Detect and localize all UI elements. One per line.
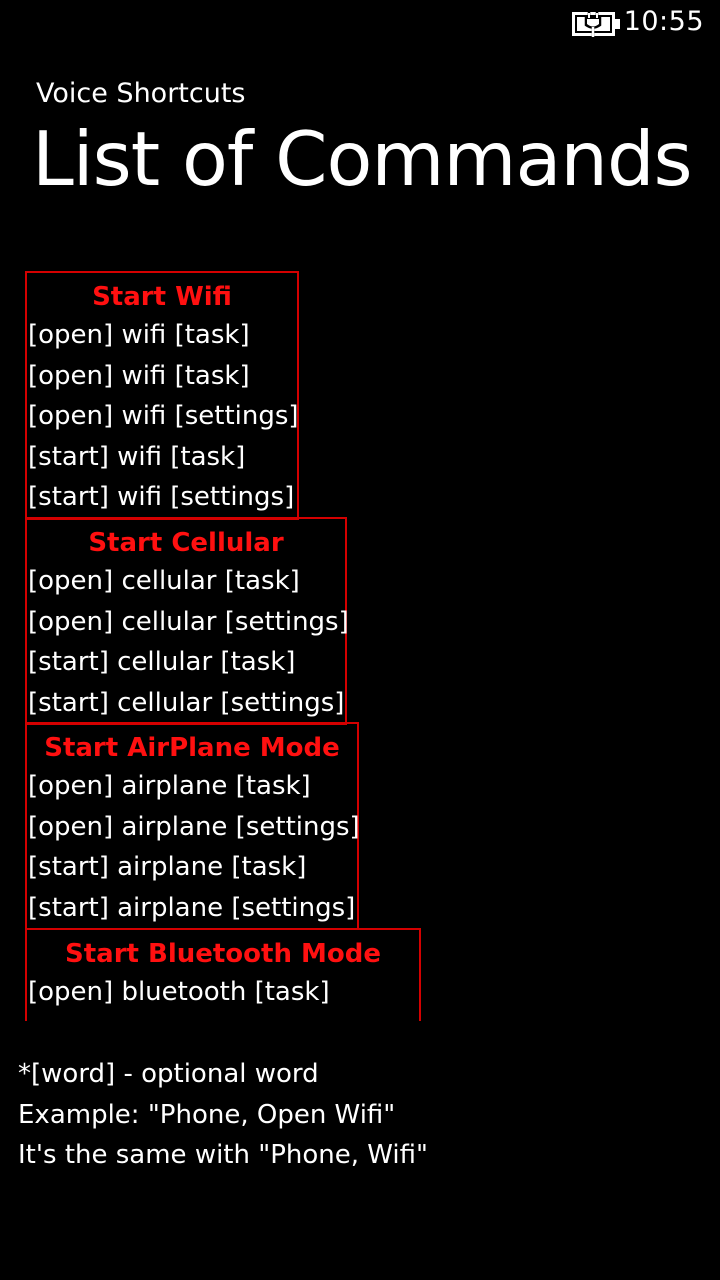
command-item: [open] airplane [settings] (28, 811, 360, 842)
page: 10:55 Voice Shortcuts List of Commands S… (0, 0, 720, 1280)
command-item: [start] airplane [task] (28, 852, 307, 882)
footer-line: *[word] - optional word (18, 1059, 319, 1089)
clock: 10:55 (623, 6, 704, 37)
page-title: List of Commands (32, 115, 693, 203)
command-item: [start] airplane [settings] (28, 892, 356, 923)
group-title: Start AirPlane Mode (44, 733, 340, 763)
command-item: [open] cellular [settings] (28, 606, 349, 637)
command-item: [start] wifi [settings] (28, 482, 295, 512)
command-group-wifi: Start Wifi [open] wifi [task] [open] wif… (25, 271, 299, 520)
status-bar: 10:55 (0, 0, 720, 48)
battery-charging-icon (572, 12, 620, 37)
command-item: [open] bluetooth [settings] (27, 1013, 419, 1022)
command-group-cellular: Start Cellular [open] cellular [task] [o… (25, 517, 349, 725)
group-title: Start Bluetooth Mode (65, 939, 381, 969)
command-item: [open] cellular [task] (28, 566, 300, 596)
command-list[interactable]: Start Wifi [open] wifi [task] [open] wif… (25, 271, 465, 1021)
footer-line: It's the same with "Phone, Wifi" (18, 1140, 428, 1170)
command-item: [open] airplane [task] (28, 771, 311, 801)
command-item: [open] wifi [task] (28, 320, 250, 350)
group-title: Start Cellular (88, 528, 284, 558)
group-title: Start Wifi (92, 282, 232, 312)
command-item: [start] cellular [settings] (28, 687, 345, 718)
command-item: [start] wifi [task] (28, 441, 246, 472)
app-title: Voice Shortcuts (36, 78, 246, 109)
footer-notes: *[word] - optional word Example: "Phone,… (18, 1054, 428, 1176)
command-item: [open] bluetooth [task] (28, 977, 330, 1007)
command-group-airplane: Start AirPlane Mode [open] airplane [tas… (25, 722, 360, 930)
command-group-bluetooth: Start Bluetooth Mode [open] bluetooth [t… (25, 928, 421, 1021)
command-item: [open] wifi [task] (28, 360, 250, 391)
command-item: [start] cellular [task] (28, 647, 296, 677)
command-item: [open] wifi [settings] (28, 401, 299, 431)
footer-line: Example: "Phone, Open Wifi" (18, 1099, 396, 1130)
